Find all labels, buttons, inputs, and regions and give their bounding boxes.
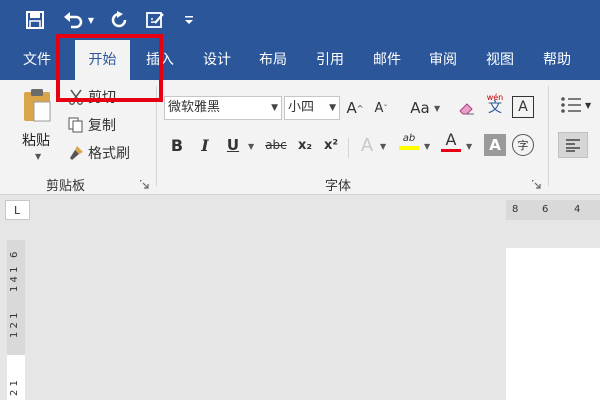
ruler-tick: 4 — [574, 204, 581, 215]
change-case-icon: Aa — [410, 99, 430, 117]
copy-button[interactable]: 复制 — [68, 114, 116, 136]
text-effects-dropdown-icon[interactable]: ▼ — [380, 142, 386, 151]
char-shading-icon: A — [489, 136, 501, 154]
font-size-select[interactable]: 小四 ▼ — [284, 96, 340, 120]
char-shading-button[interactable]: A — [484, 134, 506, 156]
ruler-tick: 8 — [512, 204, 519, 215]
paste-label: 粘贴 — [22, 133, 50, 149]
chevron-down-icon: ▼ — [329, 103, 336, 113]
clipboard-launcher-icon[interactable] — [139, 178, 150, 189]
font-color-dropdown-icon[interactable]: ▼ — [466, 142, 472, 151]
font-size-value: 小四 — [288, 100, 315, 115]
undo-icon[interactable] — [62, 8, 84, 32]
text-effects-button[interactable]: A — [356, 134, 378, 156]
text-effects-icon: A — [360, 134, 374, 156]
strikethrough-button[interactable]: abc — [262, 134, 290, 156]
highlighter-icon: ab — [402, 132, 416, 144]
grow-font-icon: A — [346, 99, 357, 117]
strikethrough-icon: abc — [265, 138, 287, 152]
underline-dropdown-icon[interactable]: ▼ — [248, 142, 254, 151]
tab-mailings[interactable]: 邮件 — [362, 40, 412, 80]
redo-icon[interactable] — [108, 8, 130, 32]
eraser-icon — [459, 103, 474, 115]
enclose-char-button[interactable]: 字 — [512, 134, 534, 156]
phonetic-guide-button[interactable]: wén 文 — [484, 92, 506, 116]
align-left-icon — [566, 139, 580, 152]
char-border-icon: A — [518, 99, 528, 115]
font-name-value: 微软雅黑 — [168, 100, 221, 115]
copy-icon — [68, 117, 83, 133]
document-page[interactable] — [506, 248, 600, 400]
subscript-icon: x₂ — [297, 137, 313, 153]
paste-button[interactable]: 粘贴 ▼ — [14, 86, 60, 164]
save-icon[interactable] — [24, 8, 46, 32]
font-name-select[interactable]: 微软雅黑 ▼ — [164, 96, 282, 120]
tab-file[interactable]: 文件 — [12, 40, 62, 80]
underline-icon: U — [226, 136, 240, 154]
tab-selector-mark: L — [14, 204, 21, 217]
shrink-font-button[interactable]: Aˇ — [370, 97, 392, 119]
bullets-dropdown-icon[interactable]: ▼ — [585, 101, 591, 110]
font-color-bar — [441, 149, 461, 152]
clipboard-group-label: 剪贴板 — [46, 179, 86, 194]
tab-help[interactable]: 帮助 — [532, 40, 582, 80]
font-launcher-icon[interactable] — [531, 178, 542, 189]
font-color-icon: A — [445, 130, 457, 149]
customize-icon[interactable] — [182, 8, 196, 32]
tab-design[interactable]: 设计 — [192, 40, 242, 80]
tab-review[interactable]: 审阅 — [418, 40, 468, 80]
bold-button[interactable]: B — [166, 134, 188, 156]
ruler-tick: 6 — [9, 251, 20, 258]
group-separator — [548, 86, 549, 186]
char-border-button[interactable]: A — [512, 96, 534, 118]
superscript-icon: x² — [323, 137, 339, 153]
ruler-tick: 1 4 1 — [9, 266, 20, 292]
underline-button[interactable]: U — [222, 134, 244, 156]
font-group-label: 字体 — [325, 179, 352, 194]
tab-references[interactable]: 引用 — [305, 40, 355, 80]
highlight-button[interactable]: ab — [398, 130, 420, 152]
highlight-box — [56, 34, 163, 102]
italic-button[interactable]: I — [194, 134, 216, 156]
ruler-tick: 1 2 1 — [9, 312, 20, 338]
phonetic-char: 文 — [488, 100, 502, 116]
tab-view[interactable]: 视图 — [475, 40, 525, 80]
undo-dropdown-icon[interactable]: ▼ — [86, 8, 96, 32]
ruler-tick: 6 — [542, 204, 549, 215]
subscript-button[interactable]: x₂ — [294, 134, 316, 156]
enclose-char-icon: 字 — [517, 139, 529, 152]
clear-format-button[interactable] — [456, 97, 478, 119]
format-painter-label: 格式刷 — [88, 146, 130, 162]
grow-font-button[interactable]: A ^ — [344, 97, 366, 119]
copy-label: 复制 — [88, 118, 116, 134]
bold-icon: B — [170, 135, 184, 155]
shrink-font-icon: A — [374, 100, 384, 116]
paste-dropdown-icon[interactable]: ▼ — [35, 152, 41, 161]
change-case-button[interactable]: Aa — [406, 97, 434, 119]
format-painter-button[interactable]: 格式刷 — [68, 142, 130, 164]
font-color-button[interactable]: A — [440, 130, 462, 152]
superscript-button[interactable]: x² — [320, 134, 342, 156]
chevron-down-icon: ▼ — [271, 103, 278, 113]
bullets-button[interactable]: ▼ — [560, 96, 591, 114]
align-left-button[interactable] — [558, 132, 588, 158]
bullet-list-icon — [561, 97, 581, 113]
ruler-tick: 2 1 — [9, 380, 20, 396]
clipboard-icon — [24, 89, 51, 122]
highlight-color-bar — [399, 145, 419, 150]
touch-mode-icon[interactable] — [144, 8, 166, 32]
paintbrush-icon — [70, 146, 83, 160]
horizontal-ruler[interactable]: 8 6 4 — [506, 200, 600, 220]
change-case-dropdown-icon[interactable]: ▼ — [434, 104, 440, 113]
tab-layout[interactable]: 布局 — [248, 40, 298, 80]
highlight-dropdown-icon[interactable]: ▼ — [424, 142, 430, 151]
tab-selector[interactable]: L — [5, 200, 30, 220]
divider — [348, 138, 349, 158]
italic-icon: I — [201, 135, 209, 155]
